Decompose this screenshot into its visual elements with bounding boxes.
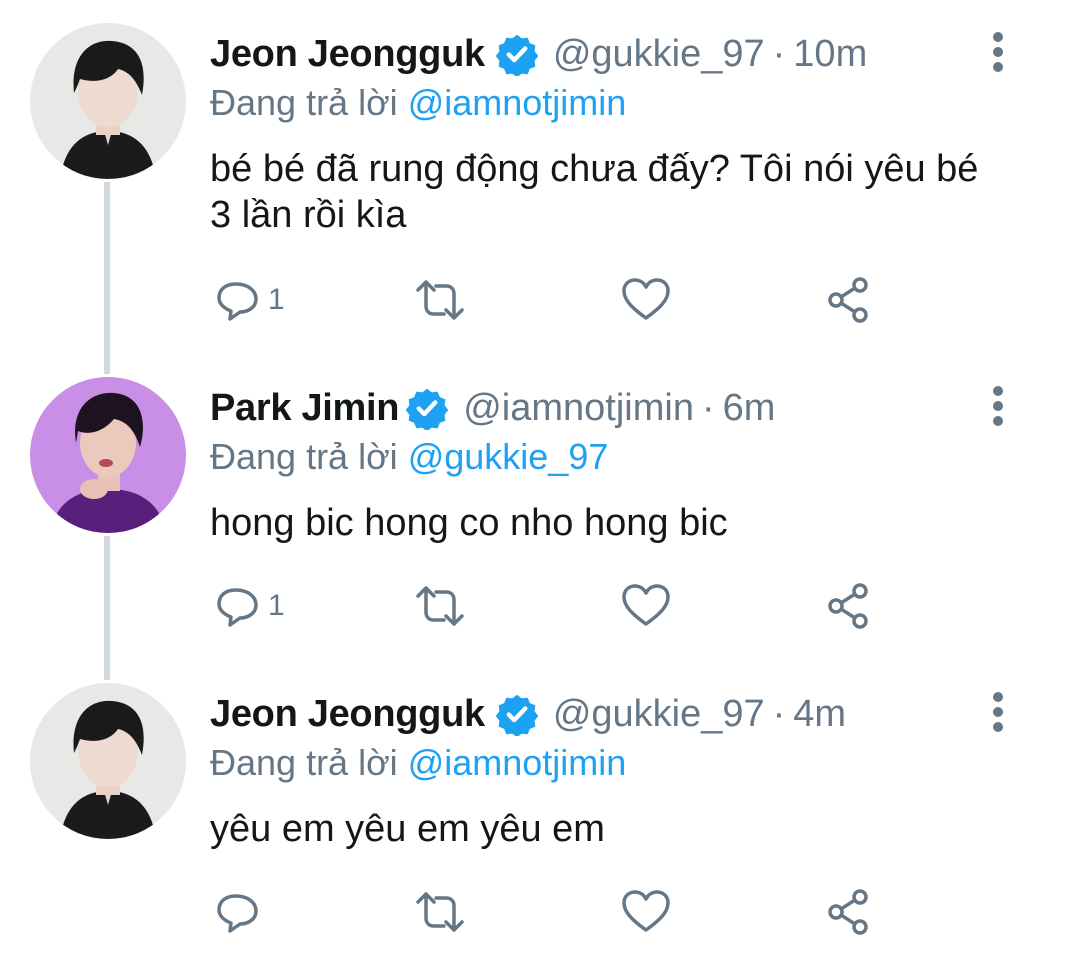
verified-badge-icon	[405, 386, 449, 432]
retweet-icon	[416, 892, 464, 932]
share-icon	[828, 889, 868, 935]
handle[interactable]: @iamnotjimin	[463, 387, 694, 430]
heart-icon	[622, 890, 670, 932]
tweet[interactable]: Jeon Jeongguk @gukkie_97 · 4m Đang trả l…	[0, 660, 1080, 960]
reply-button[interactable]	[214, 884, 262, 940]
mention-link[interactable]: @iamnotjimin	[408, 742, 627, 783]
tweet-header: Park Jimin @iamnotjimin · 6m	[210, 382, 775, 434]
display-name[interactable]: Jeon Jeongguk	[210, 693, 485, 736]
avatar[interactable]	[30, 377, 186, 533]
like-button[interactable]	[620, 884, 672, 940]
like-button[interactable]	[620, 272, 672, 328]
heart-icon	[622, 584, 670, 626]
retweet-icon	[416, 280, 464, 320]
replying-prefix: Đang trả lời	[210, 82, 398, 123]
retweet-button[interactable]	[412, 272, 468, 328]
more-vertical-icon[interactable]	[988, 384, 1008, 428]
reply-count: 1	[268, 283, 285, 316]
retweet-button[interactable]	[412, 578, 468, 634]
display-name[interactable]: Jeon Jeongguk	[210, 33, 485, 76]
share-button[interactable]	[824, 272, 874, 328]
handle[interactable]: @gukkie_97	[553, 33, 765, 76]
action-bar: 1	[210, 272, 910, 328]
avatar[interactable]	[30, 683, 186, 839]
tweet-text: bé bé đã rung động chưa đấy? Tôi nói yêu…	[210, 148, 979, 236]
replying-to: Đang trả lời @gukkie_97	[210, 436, 608, 478]
share-icon	[828, 583, 868, 629]
tweet-text: hong bic hong co nho hong bic	[210, 502, 728, 544]
tweet-header: Jeon Jeongguk @gukkie_97 · 10m	[210, 28, 867, 80]
reply-bubble-icon	[217, 282, 258, 321]
timestamp[interactable]: 6m	[723, 387, 776, 430]
more-vertical-icon[interactable]	[988, 690, 1008, 734]
replying-prefix: Đang trả lời	[210, 742, 398, 783]
handle[interactable]: @gukkie_97	[553, 693, 765, 736]
more-vertical-icon[interactable]	[988, 30, 1008, 74]
reply-bubble-icon	[217, 894, 258, 933]
retweet-button[interactable]	[412, 884, 468, 940]
heart-icon	[622, 278, 670, 320]
reply-button[interactable]: 1	[214, 578, 285, 634]
separator-dot: ·	[701, 386, 715, 429]
verified-badge-icon	[495, 32, 539, 78]
avatar[interactable]	[30, 23, 186, 179]
share-button[interactable]	[824, 884, 874, 940]
timestamp[interactable]: 4m	[793, 693, 846, 736]
tweet[interactable]: Park Jimin @iamnotjimin · 6m Đang trả lờ…	[0, 354, 1080, 654]
replying-prefix: Đang trả lời	[210, 436, 398, 477]
like-button[interactable]	[620, 578, 672, 634]
display-name[interactable]: Park Jimin	[210, 387, 400, 430]
replying-to: Đang trả lời @iamnotjimin	[210, 82, 626, 124]
reply-count: 1	[268, 589, 285, 622]
separator-dot: ·	[772, 692, 786, 735]
action-bar: 1	[210, 578, 910, 634]
mention-link[interactable]: @gukkie_97	[408, 436, 609, 477]
reply-button[interactable]: 1	[214, 272, 285, 328]
replying-to: Đang trả lời @iamnotjimin	[210, 742, 626, 784]
tweet[interactable]: Jeon Jeongguk @gukkie_97 · 10m Đang trả …	[0, 0, 1080, 350]
tweet-text: yêu em yêu em yêu em	[210, 808, 605, 850]
separator-dot: ·	[772, 32, 786, 75]
verified-badge-icon	[495, 692, 539, 738]
share-icon	[828, 277, 868, 323]
share-button[interactable]	[824, 578, 874, 634]
mention-link[interactable]: @iamnotjimin	[408, 82, 627, 123]
tweet-header: Jeon Jeongguk @gukkie_97 · 4m	[210, 688, 846, 740]
timestamp[interactable]: 10m	[793, 33, 867, 76]
reply-bubble-icon	[217, 588, 258, 627]
action-bar	[210, 884, 910, 940]
retweet-icon	[416, 586, 464, 626]
